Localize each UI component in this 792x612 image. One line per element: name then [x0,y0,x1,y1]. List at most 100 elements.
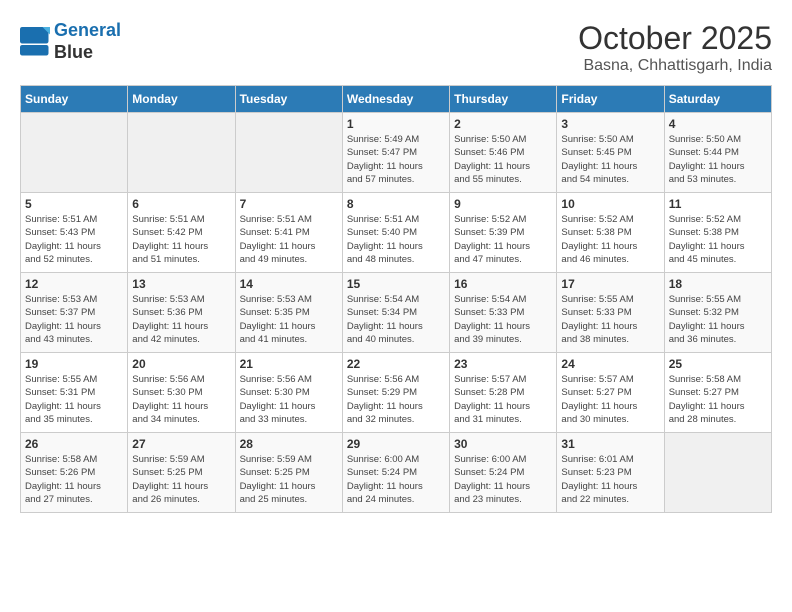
day-info: Sunrise: 5:50 AM Sunset: 5:46 PM Dayligh… [454,133,552,186]
day-info: Sunrise: 5:58 AM Sunset: 5:27 PM Dayligh… [669,373,767,426]
week-row-4: 19 Sunrise: 5:55 AM Sunset: 5:31 PM Dayli… [21,353,772,433]
day-info: Sunrise: 5:51 AM Sunset: 5:40 PM Dayligh… [347,213,445,266]
calendar-cell: 27 Sunrise: 5:59 AM Sunset: 5:25 PM Dayli… [128,433,235,513]
calendar-cell: 15Sunrise: 5:54 AM Sunset: 5:34 PM Dayli… [342,273,449,353]
day-info: Sunrise: 5:56 AM Sunset: 5:29 PM Dayligh… [347,373,445,426]
calendar-cell: 4Sunrise: 5:50 AM Sunset: 5:44 PM Daylig… [664,113,771,193]
day-number: 27 [132,437,230,451]
day-number: 30 [454,437,552,451]
calendar-cell: 21 Sunrise: 5:56 AM Sunset: 5:30 PM Dayli… [235,353,342,433]
day-info: Sunrise: 5:55 AM Sunset: 5:31 PM Dayligh… [25,373,123,426]
calendar-cell: 31Sunrise: 6:01 AM Sunset: 5:23 PM Dayli… [557,433,664,513]
calendar-cell: 28 Sunrise: 5:59 AM Sunset: 5:25 PM Dayli… [235,433,342,513]
header: General Blue October 2025 Basna, Chhatti… [20,20,772,75]
calendar-cell: 17Sunrise: 5:55 AM Sunset: 5:33 PM Dayli… [557,273,664,353]
calendar-cell: 1 Sunrise: 5:49 AM Sunset: 5:47 PM Daylig… [342,113,449,193]
weekday-header-saturday: Saturday [664,86,771,113]
day-info: Sunrise: 5:49 AM Sunset: 5:47 PM Dayligh… [347,133,445,186]
day-number: 12 [25,277,123,291]
day-number: 5 [25,197,123,211]
day-info: Sunrise: 5:52 AM Sunset: 5:38 PM Dayligh… [669,213,767,266]
day-number: 2 [454,117,552,131]
calendar-cell: 14Sunrise: 5:53 AM Sunset: 5:35 PM Dayli… [235,273,342,353]
calendar-cell: 11 Sunrise: 5:52 AM Sunset: 5:38 PM Dayli… [664,193,771,273]
calendar-subtitle: Basna, Chhattisgarh, India [578,57,772,75]
weekday-header-tuesday: Tuesday [235,86,342,113]
calendar-cell: 30 Sunrise: 6:00 AM Sunset: 5:24 PM Dayli… [450,433,557,513]
day-info: Sunrise: 5:57 AM Sunset: 5:27 PM Dayligh… [561,373,659,426]
day-number: 25 [669,357,767,371]
day-number: 13 [132,277,230,291]
logo: General Blue [20,20,121,63]
day-info: Sunrise: 5:59 AM Sunset: 5:25 PM Dayligh… [132,453,230,506]
day-info: Sunrise: 5:51 AM Sunset: 5:41 PM Dayligh… [240,213,338,266]
day-number: 21 [240,357,338,371]
logo-line1: General [54,20,121,40]
day-number: 3 [561,117,659,131]
day-info: Sunrise: 5:51 AM Sunset: 5:42 PM Dayligh… [132,213,230,266]
day-info: Sunrise: 5:56 AM Sunset: 5:30 PM Dayligh… [240,373,338,426]
day-number: 7 [240,197,338,211]
day-info: Sunrise: 6:00 AM Sunset: 5:24 PM Dayligh… [454,453,552,506]
day-info: Sunrise: 5:55 AM Sunset: 5:32 PM Dayligh… [669,293,767,346]
calendar-cell: 20Sunrise: 5:56 AM Sunset: 5:30 PM Dayli… [128,353,235,433]
calendar-cell: 13 Sunrise: 5:53 AM Sunset: 5:36 PM Dayli… [128,273,235,353]
day-number: 14 [240,277,338,291]
calendar-cell: 7 Sunrise: 5:51 AM Sunset: 5:41 PM Daylig… [235,193,342,273]
calendar-cell: 3 Sunrise: 5:50 AM Sunset: 5:45 PM Daylig… [557,113,664,193]
day-info: Sunrise: 5:50 AM Sunset: 5:45 PM Dayligh… [561,133,659,186]
day-info: Sunrise: 5:53 AM Sunset: 5:37 PM Dayligh… [25,293,123,346]
calendar-cell: 16Sunrise: 5:54 AM Sunset: 5:33 PM Dayli… [450,273,557,353]
day-info: Sunrise: 5:52 AM Sunset: 5:39 PM Dayligh… [454,213,552,266]
week-row-1: 1 Sunrise: 5:49 AM Sunset: 5:47 PM Daylig… [21,113,772,193]
calendar-cell: 10 Sunrise: 5:52 AM Sunset: 5:38 PM Dayli… [557,193,664,273]
day-number: 6 [132,197,230,211]
calendar-cell: 12 Sunrise: 5:53 AM Sunset: 5:37 PM Dayli… [21,273,128,353]
weekday-header-monday: Monday [128,86,235,113]
title-area: October 2025 Basna, Chhattisgarh, India [578,20,772,75]
day-info: Sunrise: 5:59 AM Sunset: 5:25 PM Dayligh… [240,453,338,506]
weekday-header-friday: Friday [557,86,664,113]
calendar-cell [664,433,771,513]
day-number: 8 [347,197,445,211]
calendar-cell [21,113,128,193]
calendar-title: October 2025 [578,20,772,57]
logo-text: General Blue [54,20,121,63]
day-number: 10 [561,197,659,211]
week-row-3: 12 Sunrise: 5:53 AM Sunset: 5:37 PM Dayli… [21,273,772,353]
day-number: 19 [25,357,123,371]
day-info: Sunrise: 5:54 AM Sunset: 5:33 PM Dayligh… [454,293,552,346]
weekday-header-wednesday: Wednesday [342,86,449,113]
day-number: 28 [240,437,338,451]
day-info: Sunrise: 5:51 AM Sunset: 5:43 PM Dayligh… [25,213,123,266]
weekday-header-thursday: Thursday [450,86,557,113]
calendar-cell [235,113,342,193]
logo-icon [20,27,50,57]
calendar-cell: 8 Sunrise: 5:51 AM Sunset: 5:40 PM Daylig… [342,193,449,273]
day-number: 9 [454,197,552,211]
day-info: Sunrise: 5:50 AM Sunset: 5:44 PM Dayligh… [669,133,767,186]
day-number: 29 [347,437,445,451]
week-row-5: 26 Sunrise: 5:58 AM Sunset: 5:26 PM Dayli… [21,433,772,513]
day-number: 22 [347,357,445,371]
day-info: Sunrise: 5:53 AM Sunset: 5:36 PM Dayligh… [132,293,230,346]
day-number: 1 [347,117,445,131]
day-number: 31 [561,437,659,451]
calendar-cell: 6 Sunrise: 5:51 AM Sunset: 5:42 PM Daylig… [128,193,235,273]
day-info: Sunrise: 6:00 AM Sunset: 5:24 PM Dayligh… [347,453,445,506]
week-row-2: 5 Sunrise: 5:51 AM Sunset: 5:43 PM Daylig… [21,193,772,273]
day-number: 15 [347,277,445,291]
calendar-cell: 25 Sunrise: 5:58 AM Sunset: 5:27 PM Dayli… [664,353,771,433]
calendar-cell: 26 Sunrise: 5:58 AM Sunset: 5:26 PM Dayli… [21,433,128,513]
day-number: 20 [132,357,230,371]
logo-line2: Blue [54,42,121,64]
calendar-cell: 24 Sunrise: 5:57 AM Sunset: 5:27 PM Dayli… [557,353,664,433]
day-info: Sunrise: 5:55 AM Sunset: 5:33 PM Dayligh… [561,293,659,346]
day-number: 24 [561,357,659,371]
day-info: Sunrise: 5:52 AM Sunset: 5:38 PM Dayligh… [561,213,659,266]
day-number: 26 [25,437,123,451]
day-info: Sunrise: 5:58 AM Sunset: 5:26 PM Dayligh… [25,453,123,506]
day-number: 23 [454,357,552,371]
day-info: Sunrise: 5:57 AM Sunset: 5:28 PM Dayligh… [454,373,552,426]
day-number: 11 [669,197,767,211]
